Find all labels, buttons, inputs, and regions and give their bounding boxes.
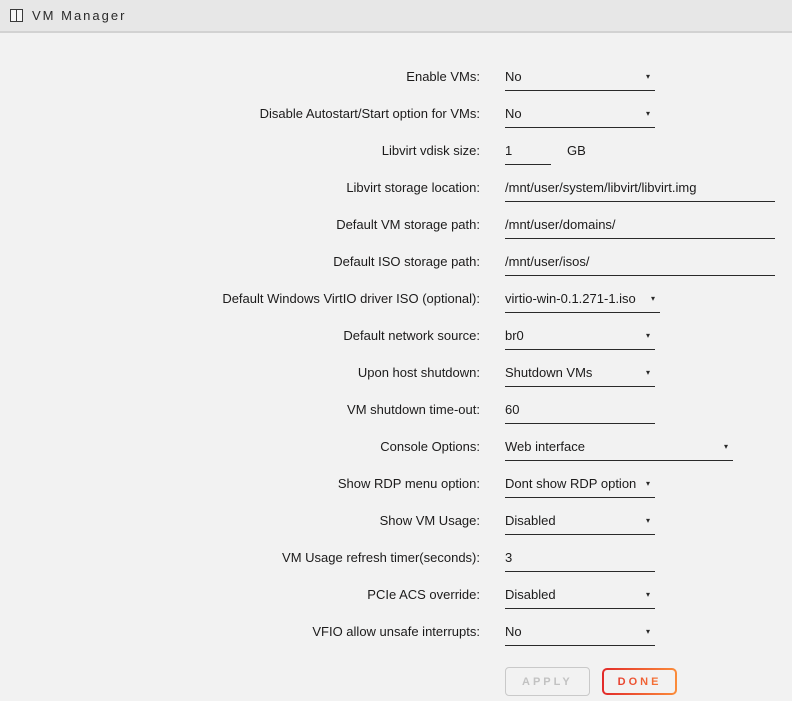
default-network-source-select[interactable]: br0 ▾ <box>505 328 655 350</box>
select-value: Shutdown VMs <box>505 365 592 380</box>
field-label: VFIO allow unsafe interrupts: <box>0 624 480 639</box>
dropdown-arrow-icon: ▾ <box>646 513 655 528</box>
field-label: PCIe ACS override: <box>0 587 480 602</box>
upon-host-shutdown-select[interactable]: Shutdown VMs ▾ <box>505 365 655 387</box>
done-button[interactable]: DONE <box>602 668 678 695</box>
dropdown-arrow-icon: ▾ <box>646 365 655 380</box>
form-row: Enable VMs: No ▾ <box>0 69 792 91</box>
default-virtio-driver-iso-select[interactable]: virtio-win-0.1.271-1.iso ▾ <box>505 291 660 313</box>
form-buttons: APPLY DONE <box>505 667 792 696</box>
form-row: Libvirt storage location: <box>0 180 792 202</box>
vm-usage-refresh-timer-input[interactable] <box>505 550 655 572</box>
field-control: No ▾ <box>505 69 655 91</box>
field-label: Show RDP menu option: <box>0 476 480 491</box>
show-rdp-menu-option-select[interactable]: Dont show RDP option ▾ <box>505 476 655 498</box>
dropdown-arrow-icon: ▾ <box>646 587 655 602</box>
field-control <box>505 180 775 202</box>
form-row: Default VM storage path: <box>0 217 792 239</box>
select-value: No <box>505 624 522 639</box>
page-title: VM Manager <box>32 8 126 23</box>
field-control: Dont show RDP option ▾ <box>505 476 655 498</box>
field-control: Disabled ▾ <box>505 587 655 609</box>
titlebar: VM Manager <box>0 0 792 33</box>
field-label: Enable VMs: <box>0 69 480 84</box>
field-control: Shutdown VMs ▾ <box>505 365 655 387</box>
dropdown-arrow-icon: ▾ <box>651 291 660 306</box>
field-control: GB <box>505 143 586 165</box>
field-label: VM Usage refresh timer(seconds): <box>0 550 480 565</box>
form-row: Show VM Usage: Disabled ▾ <box>0 513 792 535</box>
field-control: No ▾ <box>505 106 655 128</box>
vm-shutdown-timeout-input[interactable] <box>505 402 655 424</box>
apply-button[interactable]: APPLY <box>505 667 590 696</box>
dropdown-arrow-icon: ▾ <box>724 439 733 454</box>
form-row: Default Windows VirtIO driver ISO (optio… <box>0 291 792 313</box>
select-value: virtio-win-0.1.271-1.iso <box>505 291 636 306</box>
field-label: Libvirt vdisk size: <box>0 143 480 158</box>
form-row: Upon host shutdown: Shutdown VMs ▾ <box>0 365 792 387</box>
dropdown-arrow-icon: ▾ <box>646 69 655 84</box>
field-label: Console Options: <box>0 439 480 454</box>
form-row: Default network source: br0 ▾ <box>0 328 792 350</box>
dropdown-arrow-icon: ▾ <box>646 106 655 121</box>
field-label: Libvirt storage location: <box>0 180 480 195</box>
form-row: Default ISO storage path: <box>0 254 792 276</box>
field-label: Default ISO storage path: <box>0 254 480 269</box>
field-label: Upon host shutdown: <box>0 365 480 380</box>
form-rows: Enable VMs:No▾Disable Autostart/Start op… <box>0 69 792 646</box>
field-label: Default network source: <box>0 328 480 343</box>
field-control <box>505 254 775 276</box>
default-iso-storage-path-input[interactable] <box>505 254 775 276</box>
form-row: Disable Autostart/Start option for VMs: N… <box>0 106 792 128</box>
field-control: br0 ▾ <box>505 328 655 350</box>
columns-icon <box>10 9 23 22</box>
field-label: Default VM storage path: <box>0 217 480 232</box>
field-label: Disable Autostart/Start option for VMs: <box>0 106 480 121</box>
form-row: VFIO allow unsafe interrupts: No ▾ <box>0 624 792 646</box>
pcie-acs-override-select[interactable]: Disabled ▾ <box>505 587 655 609</box>
disable-autostart-select[interactable]: No ▾ <box>505 106 655 128</box>
form-row: Show RDP menu option: Dont show RDP optio… <box>0 476 792 498</box>
libvirt-storage-location-input[interactable] <box>505 180 775 202</box>
console-options-select[interactable]: Web interface ▾ <box>505 439 733 461</box>
vm-settings-form: Enable VMs:No▾Disable Autostart/Start op… <box>0 33 792 696</box>
form-row: PCIe ACS override: Disabled ▾ <box>0 587 792 609</box>
unit-suffix: GB <box>567 143 586 158</box>
select-value: No <box>505 69 522 84</box>
field-control: No ▾ <box>505 624 655 646</box>
show-vm-usage-select[interactable]: Disabled ▾ <box>505 513 655 535</box>
dropdown-arrow-icon: ▾ <box>646 476 655 491</box>
form-row: Console Options: Web interface ▾ <box>0 439 792 461</box>
select-value: Web interface <box>505 439 585 454</box>
enable-vms-select[interactable]: No ▾ <box>505 69 655 91</box>
form-row: VM shutdown time-out: <box>0 402 792 424</box>
field-label: Default Windows VirtIO driver ISO (optio… <box>0 291 480 306</box>
form-row: Libvirt vdisk size: GB <box>0 143 792 165</box>
dropdown-arrow-icon: ▾ <box>646 328 655 343</box>
field-control <box>505 550 655 572</box>
select-value: Disabled <box>505 513 556 528</box>
done-button-label: DONE <box>604 670 676 693</box>
select-value: Dont show RDP option <box>505 476 636 491</box>
field-control: Web interface ▾ <box>505 439 733 461</box>
select-value: No <box>505 106 522 121</box>
vfio-allow-unsafe-interrupts-select[interactable]: No ▾ <box>505 624 655 646</box>
field-control: Disabled ▾ <box>505 513 655 535</box>
default-vm-storage-path-input[interactable] <box>505 217 775 239</box>
field-control <box>505 217 775 239</box>
vm-manager-page: VM Manager Enable VMs:No▾Disable Autosta… <box>0 0 792 701</box>
field-label: Show VM Usage: <box>0 513 480 528</box>
select-value: br0 <box>505 328 524 343</box>
dropdown-arrow-icon: ▾ <box>646 624 655 639</box>
field-control: virtio-win-0.1.271-1.iso ▾ <box>505 291 660 313</box>
form-row: VM Usage refresh timer(seconds): <box>0 550 792 572</box>
field-control <box>505 402 655 424</box>
libvirt-vdisk-size-input[interactable] <box>505 143 551 165</box>
field-label: VM shutdown time-out: <box>0 402 480 417</box>
select-value: Disabled <box>505 587 556 602</box>
